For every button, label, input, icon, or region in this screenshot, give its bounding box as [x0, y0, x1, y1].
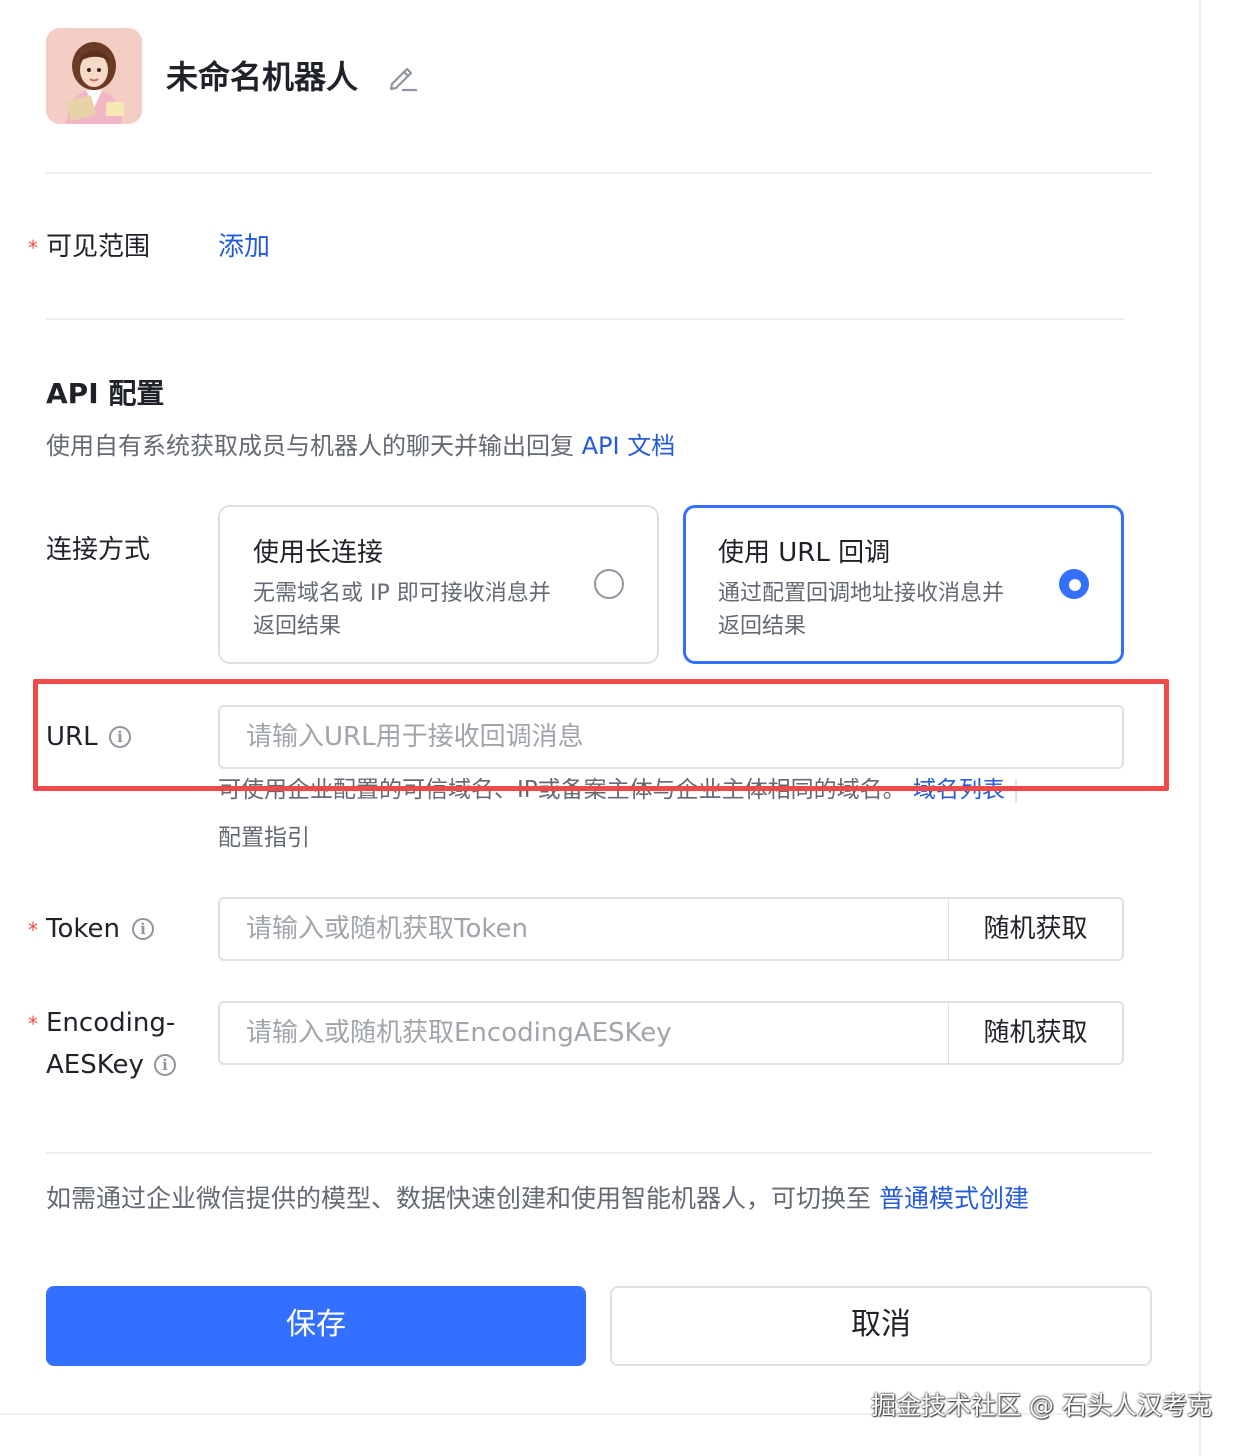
aes-label-line2: AESKey	[46, 1050, 144, 1080]
mode-switch-text: 如需通过企业微信提供的模型、数据快速创建和使用智能机器人，可切换至	[46, 1184, 872, 1213]
pencil-icon[interactable]	[386, 60, 420, 94]
save-button[interactable]: 保存	[46, 1286, 586, 1366]
token-input[interactable]: 请输入或随机获取Token	[218, 897, 950, 961]
radio-unchecked-icon[interactable]	[594, 569, 624, 599]
url-highlight-annotation	[33, 679, 1169, 791]
aes-random-button[interactable]: 随机获取	[949, 1001, 1124, 1065]
header-divider	[46, 172, 1152, 174]
url-callback-option[interactable]: 使用 URL 回调 通过配置回调地址接收消息并 返回结果	[683, 505, 1124, 664]
add-visibility-link[interactable]: 添加	[218, 227, 270, 267]
api-description-text: 使用自有系统获取成员与机器人的聊天并输出回复	[46, 432, 574, 460]
option-description-line2: 返回结果	[253, 614, 342, 639]
api-section-description: 使用自有系统获取成员与机器人的聊天并输出回复 API 文档	[46, 426, 675, 466]
mode-switch-note: 如需通过企业微信提供的模型、数据快速创建和使用智能机器人，可切换至 普通模式创建	[46, 1179, 1029, 1219]
api-doc-link[interactable]: API 文档	[582, 432, 676, 460]
token-random-button[interactable]: 随机获取	[949, 897, 1124, 961]
visibility-divider	[46, 318, 1124, 320]
cancel-button[interactable]: 取消	[610, 1286, 1152, 1366]
watermark: 掘金技术社区 @ 石头人汉考克	[871, 1391, 1212, 1420]
aes-label-line1: Encoding-	[46, 1008, 176, 1038]
required-mark: *	[28, 1012, 38, 1036]
option-description-line1: 通过配置回调地址接收消息并	[718, 581, 1005, 606]
footer-divider	[46, 1152, 1152, 1154]
normal-mode-link[interactable]: 普通模式创建	[879, 1184, 1029, 1213]
required-mark: *	[28, 918, 38, 942]
panel-right-border	[1199, 0, 1201, 1456]
connection-label: 连接方式	[46, 535, 151, 565]
bot-name: 未命名机器人	[166, 58, 359, 96]
aes-key-input[interactable]: 请输入或随机获取EncodingAESKey	[218, 1001, 950, 1065]
avatar-illustration	[46, 28, 142, 124]
bot-avatar[interactable]	[46, 28, 142, 124]
option-description-line2: 返回结果	[718, 614, 807, 639]
visibility-label: 可见范围	[46, 232, 151, 262]
radio-checked-icon[interactable]	[1059, 569, 1089, 599]
token-label: Token	[46, 914, 120, 944]
long-connection-option[interactable]: 使用长连接 无需域名或 IP 即可接收消息并 返回结果	[218, 505, 659, 664]
api-section-title: API 配置	[46, 377, 165, 410]
option-title: 使用 URL 回调	[718, 538, 891, 568]
option-description-line1: 无需域名或 IP 即可接收消息并	[253, 581, 551, 606]
info-icon[interactable]: i	[154, 1054, 176, 1076]
option-title: 使用长连接	[253, 538, 384, 568]
config-guide-link[interactable]: 配置指引	[218, 818, 310, 858]
required-mark: *	[28, 236, 38, 260]
info-icon[interactable]: i	[132, 918, 154, 940]
